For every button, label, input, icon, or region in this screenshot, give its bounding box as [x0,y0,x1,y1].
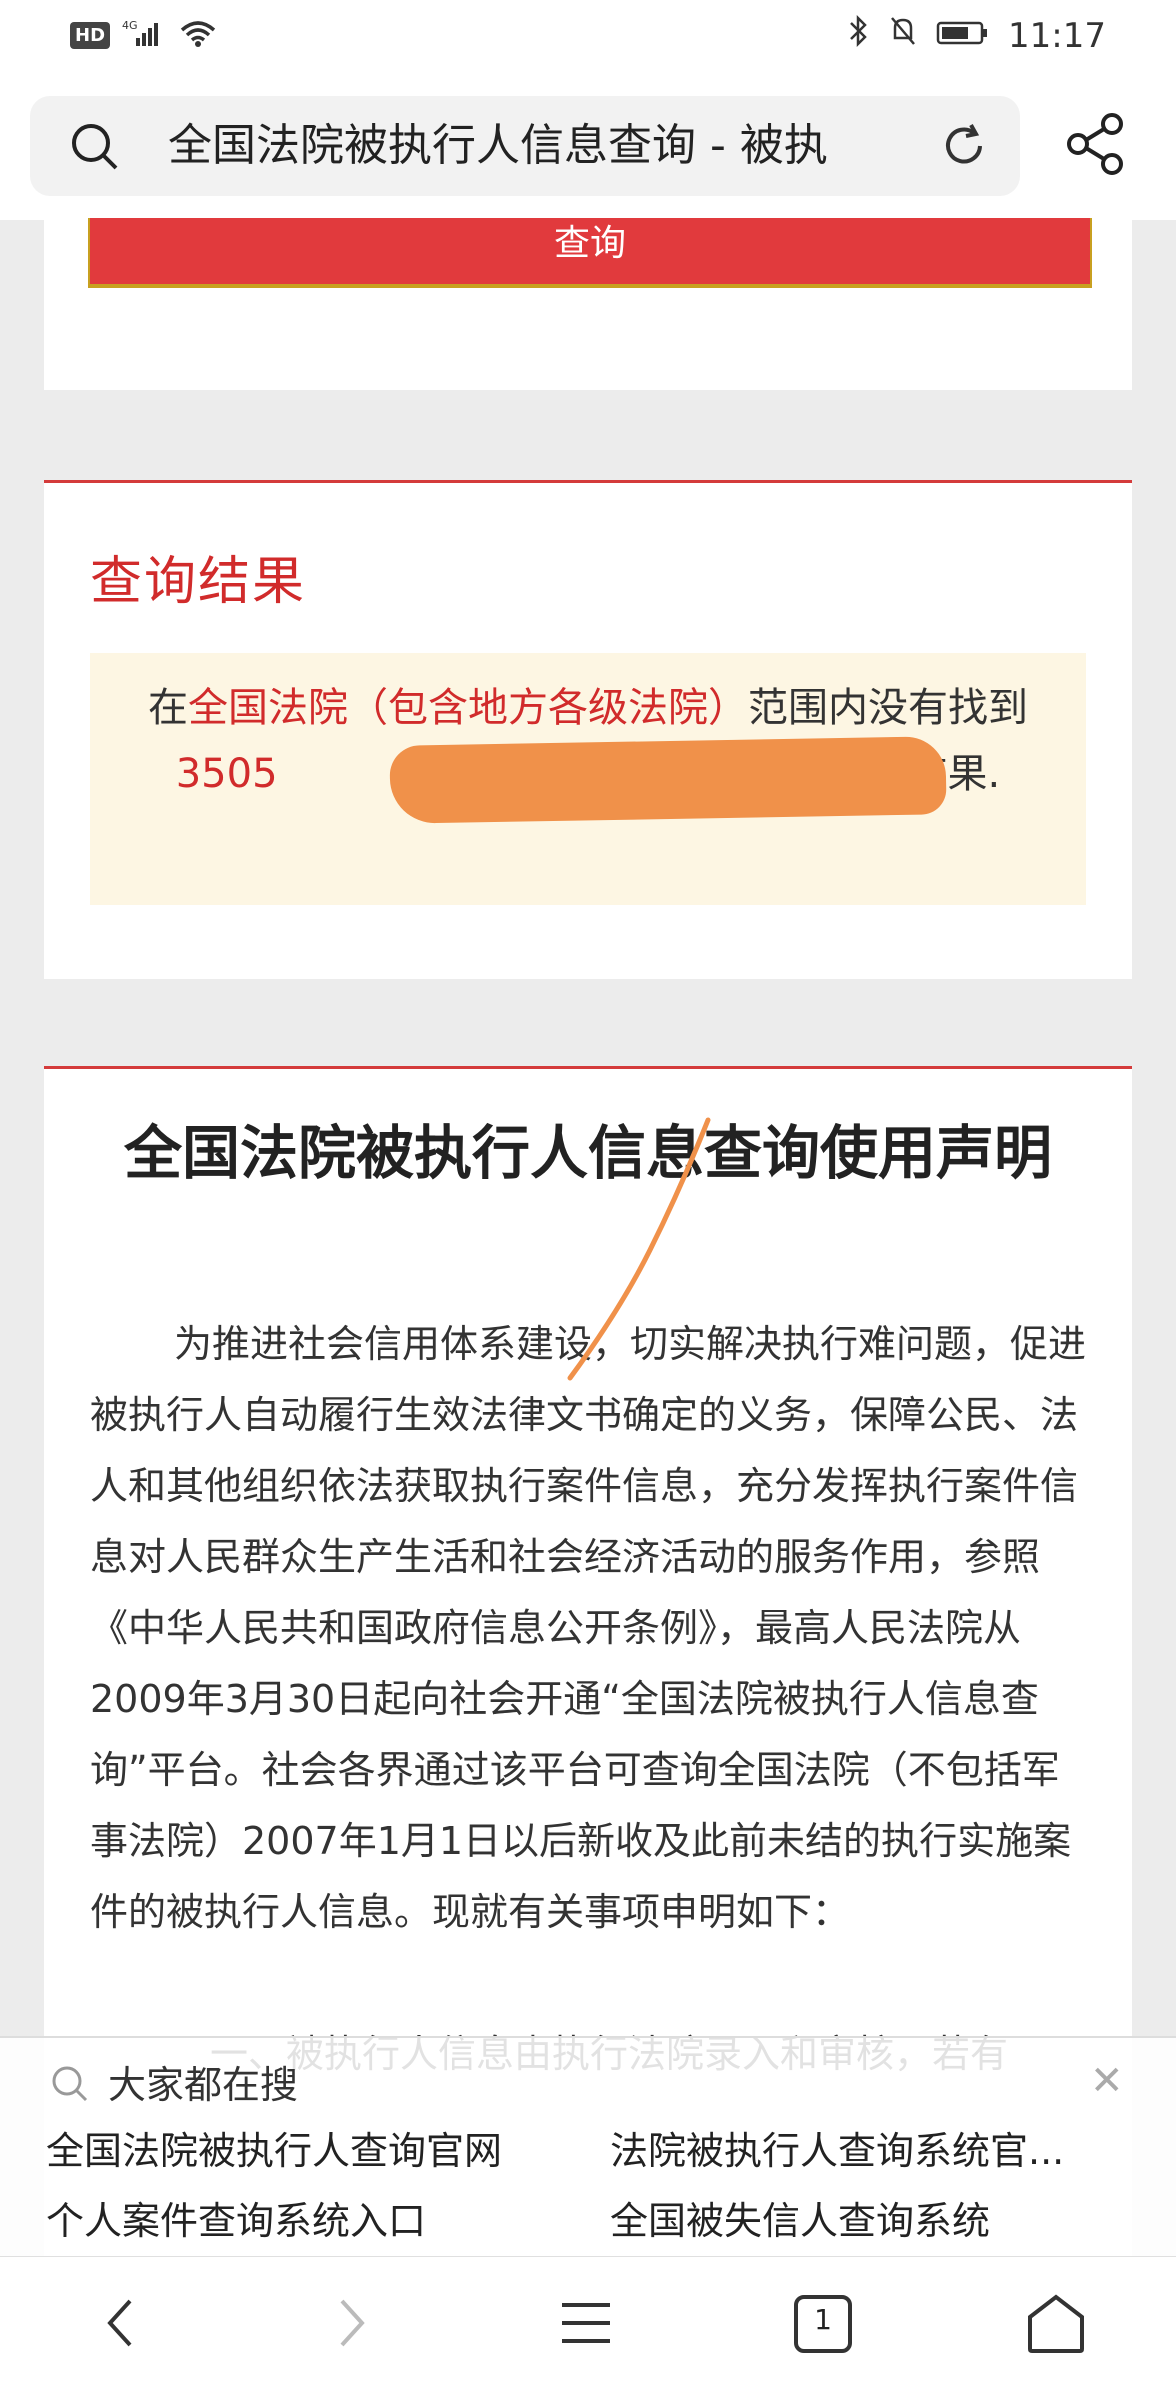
declaration-paragraph: 为推进社会信用体系建设，切实解决执行难问题，促进被执行人自动履行生效法律文书确定… [90,1322,1087,1934]
result-box: 在全国法院（包含地方各级法院）范围内没有找到 3505相关的结果. [90,653,1086,905]
battery-icon [936,16,990,56]
result-middle: 范围内没有找到 [748,685,1028,731]
hot-search-panel: 大家都在搜 ✕ 全国法院被执行人查询官网 法院被执行人查询系统官... 个人案件… [0,2036,1176,2258]
signal-icon: 4G [122,18,166,52]
pen-stroke-annotation [567,1117,711,1381]
result-id: 3505 [175,751,278,797]
clock: 11:17 [1008,15,1106,56]
status-bar: HD 4G 11:17 [0,0,1176,70]
redaction-scribble [389,736,947,824]
address-bar[interactable]: 全国法院被执行人信息查询 - 被执 [30,96,1020,196]
hot-search-item[interactable]: 个人案件查询系统入口 [46,2190,426,2245]
forward-button[interactable] [326,2293,376,2357]
result-card: 查询结果 在全国法院（包含地方各级法院）范围内没有找到 3505相关的结果. [44,480,1132,979]
home-icon[interactable] [1024,2293,1088,2359]
bluetooth-icon [846,14,870,57]
hot-search-item[interactable]: 法院被执行人查询系统官... [610,2120,1064,2175]
mute-bell-icon [888,14,918,57]
bottom-nav: 1 [0,2256,1176,2401]
address-bar-title[interactable]: 全国法院被执行人信息查询 - 被执 [168,118,908,174]
hot-search-item[interactable]: 全国被失信人查询系统 [610,2190,990,2245]
tabs-button[interactable]: 1 [792,2293,854,2359]
hot-search-label: 大家都在搜 [108,2063,299,2107]
share-icon[interactable] [1060,108,1132,184]
query-card: 查询 [44,218,1132,390]
hd-badge: HD [70,21,111,49]
tab-count: 1 [814,2303,832,2336]
result-title: 查询结果 [90,552,307,612]
wifi-icon [178,18,218,52]
query-button[interactable]: 查询 [88,218,1092,288]
network-label: 4G [122,19,138,32]
reload-icon[interactable] [938,120,990,176]
close-icon[interactable]: ✕ [1090,2058,1124,2104]
result-prefix: 在 [148,685,188,731]
search-icon [50,2064,90,2108]
menu-icon[interactable] [556,2293,616,2357]
browser-top-bar: 全国法院被执行人信息查询 - 被执 [0,70,1176,220]
hot-search-item[interactable]: 全国法院被执行人查询官网 [46,2120,502,2175]
search-icon [70,122,120,176]
result-scope: 全国法院（包含地方各级法院） [188,685,748,731]
back-button[interactable] [96,2293,146,2357]
